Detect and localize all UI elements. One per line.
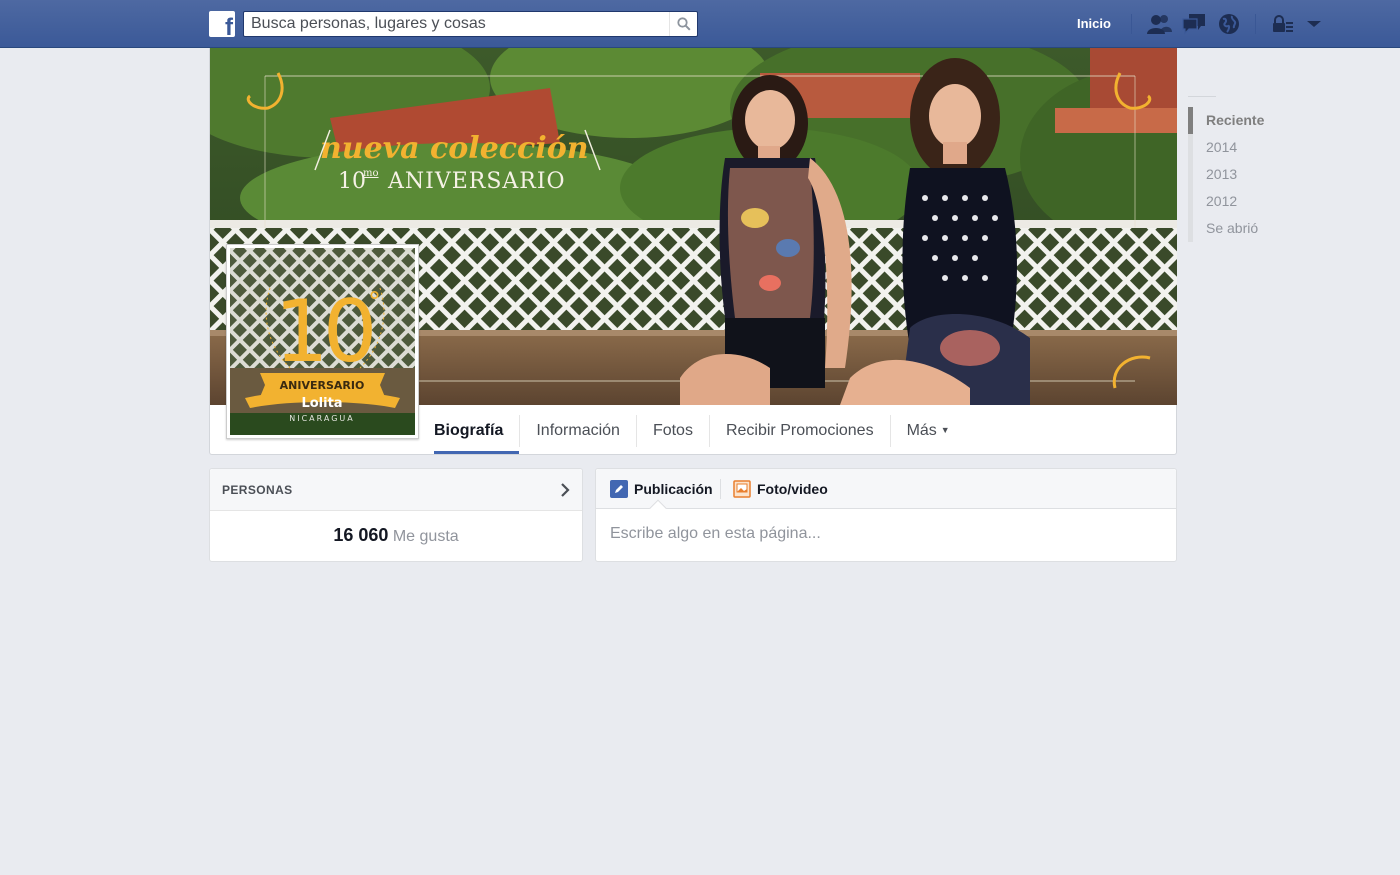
likes-label: Me gusta (392, 528, 459, 545)
cover-subline-number: 10 (338, 169, 366, 194)
cover-subline-suffix: mo (363, 168, 379, 179)
tab-fotos[interactable]: Fotos (637, 407, 709, 454)
badge-ribbon-text: ANIVERSARIO (280, 379, 365, 392)
top-bar: f Inicio (0, 0, 1400, 48)
year-item-se-abrio[interactable]: Se abrió (1188, 215, 1288, 242)
photo-icon (733, 480, 751, 498)
search-button[interactable] (669, 12, 697, 36)
brand-country: NICARAGUA (289, 414, 355, 423)
tab-biografia[interactable]: Biografía (418, 407, 520, 454)
profile-picture[interactable]: 10 ° ANIVERSARIO Lolita NICARAGUA (226, 244, 419, 439)
nav-separator (1255, 14, 1256, 34)
people-title: PERSONAS (222, 483, 293, 497)
pencil-icon (610, 480, 628, 498)
people-box: PERSONAS 16 060 Me gusta (209, 468, 583, 562)
privacy-lock-icon[interactable] (1270, 12, 1296, 36)
messages-icon[interactable] (1181, 12, 1207, 36)
facebook-logo-icon[interactable]: f (209, 11, 235, 37)
logo-letter: f (225, 14, 233, 38)
brand-name: Lolita (301, 396, 342, 411)
year-item-2014[interactable]: 2014 (1188, 134, 1288, 161)
year-item-2013[interactable]: 2013 (1188, 161, 1288, 188)
composer-tabs: Publicación Foto/video (596, 469, 1176, 517)
notifications-globe-icon[interactable] (1216, 12, 1242, 36)
search-box (243, 11, 698, 37)
tab-mas-label: Más (906, 422, 937, 439)
tab-mas[interactable]: Más ▼ (891, 407, 966, 454)
nav-separator (1131, 14, 1132, 34)
year-item-reciente[interactable]: Reciente (1188, 107, 1288, 134)
timeline-year-nav: Reciente 2014 2013 2012 Se abrió (1188, 96, 1288, 242)
likes-count: 16 060 (333, 525, 389, 545)
tab-informacion[interactable]: Información (520, 407, 636, 454)
home-link[interactable]: Inicio (1067, 13, 1121, 35)
composer-tab-photo[interactable]: Foto/video (733, 480, 828, 498)
chevron-right-icon[interactable] (560, 482, 570, 498)
cover-headline: nueva colección (320, 131, 589, 166)
tab-recibir-promociones[interactable]: Recibir Promociones (710, 407, 890, 454)
composer-tab-pointer (649, 499, 667, 517)
cover-subline-text: ANIVERSARIO (387, 169, 566, 194)
people-header[interactable]: PERSONAS (210, 469, 582, 511)
composer-tab-post-label: Publicación (634, 481, 713, 497)
account-menu-icon[interactable] (1301, 12, 1327, 36)
composer-tab-photo-label: Foto/video (757, 481, 828, 497)
profile-tabs: Biografía Información Fotos Recibir Prom… (418, 407, 966, 455)
year-nav-divider (1188, 96, 1216, 97)
caret-down-icon: ▼ (940, 425, 950, 435)
composer-input[interactable] (610, 525, 1160, 543)
timeline-header: nueva colección 10 mo ANIVERSARIO 10 ° A… (209, 48, 1177, 455)
year-item-2012[interactable]: 2012 (1188, 188, 1288, 215)
friend-requests-icon[interactable] (1146, 12, 1172, 36)
badge-degree: ° (368, 287, 381, 317)
composer-tab-post[interactable]: Publicación (610, 480, 713, 498)
post-composer: Publicación Foto/video (595, 468, 1177, 562)
badge-number: 10 (274, 282, 372, 382)
likes-summary[interactable]: 16 060 Me gusta (210, 511, 582, 546)
search-input[interactable] (244, 12, 664, 36)
composer-tab-separator (720, 479, 721, 499)
search-icon (677, 17, 691, 31)
